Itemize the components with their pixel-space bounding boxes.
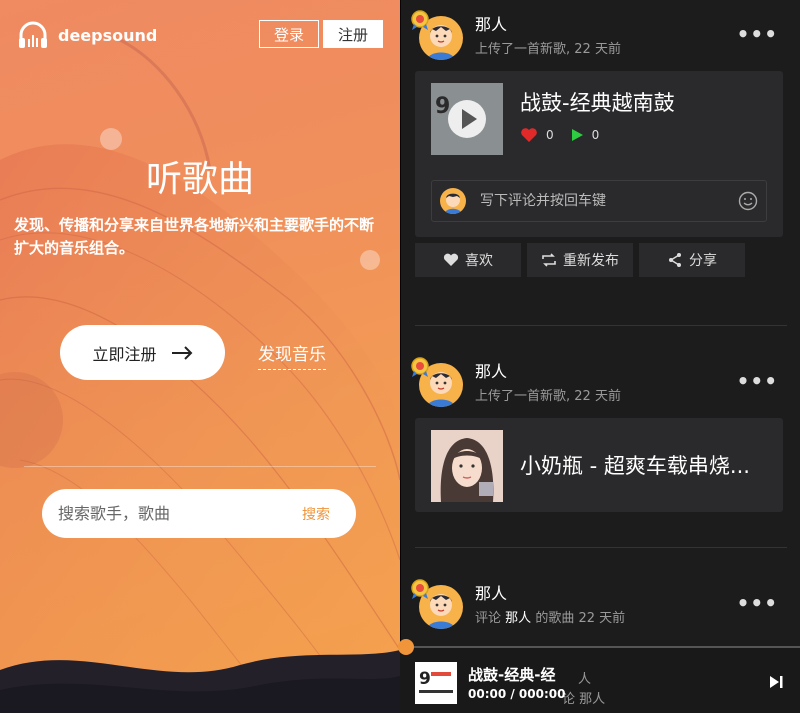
repost-button[interactable]: 重新发布 — [527, 243, 633, 277]
repost-icon — [542, 253, 556, 267]
background-text: 人 — [578, 672, 592, 687]
emoji-icon[interactable] — [738, 191, 758, 211]
album-art-image — [431, 430, 503, 502]
song-stats: 0 0 — [520, 127, 599, 143]
post-username[interactable]: 那人 — [475, 584, 625, 604]
search-box: 搜索 — [42, 489, 356, 538]
post-activity: 上传了一首新歌, 22 天前 — [475, 38, 621, 57]
medal-badge-icon — [411, 357, 429, 377]
site-logo[interactable]: deepsound — [16, 18, 157, 52]
login-button[interactable]: 登录 — [259, 20, 319, 48]
avatar[interactable] — [411, 10, 463, 60]
like-count: 0 — [546, 128, 554, 142]
progress-bar[interactable] — [398, 639, 800, 655]
hero-divider — [24, 466, 376, 467]
svg-text:9: 9 — [419, 669, 431, 689]
hero-section: deepsound 登录 注册 听歌曲 发现、传播和分享来自世界各地新兴和主要歌… — [0, 0, 400, 713]
feed-divider — [415, 325, 787, 326]
logo-text: deepsound — [58, 25, 158, 45]
activity-feed: 那人 上传了一首新歌, 22 天前 ••• 9 战鼓-经典越南鼓 0 0 写下评… — [400, 0, 800, 713]
song-cover[interactable]: 9 — [431, 83, 503, 155]
background-text: 论 那人 — [562, 692, 606, 707]
activity-text: 上传了一首新歌, — [475, 42, 571, 57]
discover-music-link[interactable]: 发现音乐 — [258, 340, 326, 370]
heart-icon — [443, 253, 459, 266]
player-song-title[interactable]: 战鼓-经典-经 — [468, 664, 555, 685]
hero-title: 听歌曲 — [145, 159, 254, 200]
song-card: 9 战鼓-经典越南鼓 0 0 — [415, 71, 783, 237]
audio-player-bar: 人 论 那人 9 战鼓-经典-经 00:00 / 000:00 — [398, 639, 800, 713]
post-username[interactable]: 那人 — [475, 362, 621, 382]
more-options-icon[interactable]: ••• — [737, 369, 778, 393]
post-username[interactable]: 那人 — [475, 15, 621, 35]
post-activity: 评论 那人 的歌曲 22 天前 — [475, 607, 625, 626]
song-card: 小奶瓶 - 超爽车载串烧... — [415, 418, 783, 512]
arrow-right-icon — [171, 345, 192, 360]
svg-text:9: 9 — [435, 94, 450, 119]
player-time: 00:00 / 000:00 — [468, 687, 566, 701]
post-header: 那人 上传了一首新歌, 22 天前 — [411, 10, 621, 60]
activity-prefix: 评论 — [475, 611, 502, 626]
search-input[interactable] — [58, 504, 302, 523]
user-avatar-icon — [440, 188, 466, 214]
comment-box — [431, 180, 767, 222]
medal-badge-icon — [411, 579, 429, 599]
comment-input[interactable] — [480, 193, 738, 209]
album-art-image: 9 — [415, 662, 457, 704]
signup-now-label: 立即注册 — [92, 344, 157, 364]
song-title[interactable]: 战鼓-经典越南鼓 — [520, 87, 765, 117]
activity-text: 上传了一首新歌, — [475, 389, 571, 404]
register-button[interactable]: 注册 — [323, 20, 383, 48]
player-cover[interactable]: 9 — [415, 662, 457, 704]
next-track-icon[interactable] — [768, 674, 784, 690]
song-title[interactable]: 小奶瓶 - 超爽车载串烧... — [520, 450, 765, 480]
like-label: 喜欢 — [465, 253, 493, 269]
activity-user-link[interactable]: 那人 — [505, 611, 531, 626]
bokeh-light — [100, 128, 122, 150]
search-button[interactable]: 搜索 — [302, 504, 330, 524]
post-actions: 喜欢 重新发布 分享 — [415, 243, 745, 277]
like-button[interactable]: 喜欢 — [415, 243, 521, 277]
share-icon — [669, 253, 681, 267]
play-count: 0 — [591, 128, 600, 142]
share-button[interactable]: 分享 — [639, 243, 745, 277]
post-time: 22 天前 — [578, 611, 626, 626]
hero-description: 发现、传播和分享来自世界各地新兴和主要歌手的不断扩大的音乐组合。 — [14, 216, 375, 257]
play-count-icon — [571, 129, 583, 141]
feed-divider — [415, 547, 787, 548]
more-options-icon[interactable]: ••• — [737, 591, 778, 615]
activity-suffix: 的歌曲 — [535, 611, 575, 626]
progress-handle[interactable] — [398, 639, 414, 655]
post-time: 22 天前 — [574, 389, 621, 404]
post-activity: 上传了一首新歌, 22 天前 — [475, 385, 621, 404]
post-time: 22 天前 — [574, 42, 621, 57]
share-label: 分享 — [689, 253, 717, 269]
headphones-logo-icon — [19, 21, 47, 48]
more-options-icon[interactable]: ••• — [737, 22, 778, 46]
song-cover[interactable] — [431, 430, 503, 502]
repost-label: 重新发布 — [563, 253, 619, 269]
heart-icon[interactable] — [520, 127, 538, 143]
signup-now-button[interactable]: 立即注册 — [60, 325, 225, 380]
album-art-image: 9 — [431, 83, 503, 155]
avatar[interactable] — [411, 579, 463, 629]
post-header: 那人 上传了一首新歌, 22 天前 — [411, 357, 621, 407]
post-header: 那人 评论 那人 的歌曲 22 天前 — [411, 579, 625, 629]
medal-badge-icon — [411, 10, 429, 30]
avatar[interactable] — [411, 357, 463, 407]
